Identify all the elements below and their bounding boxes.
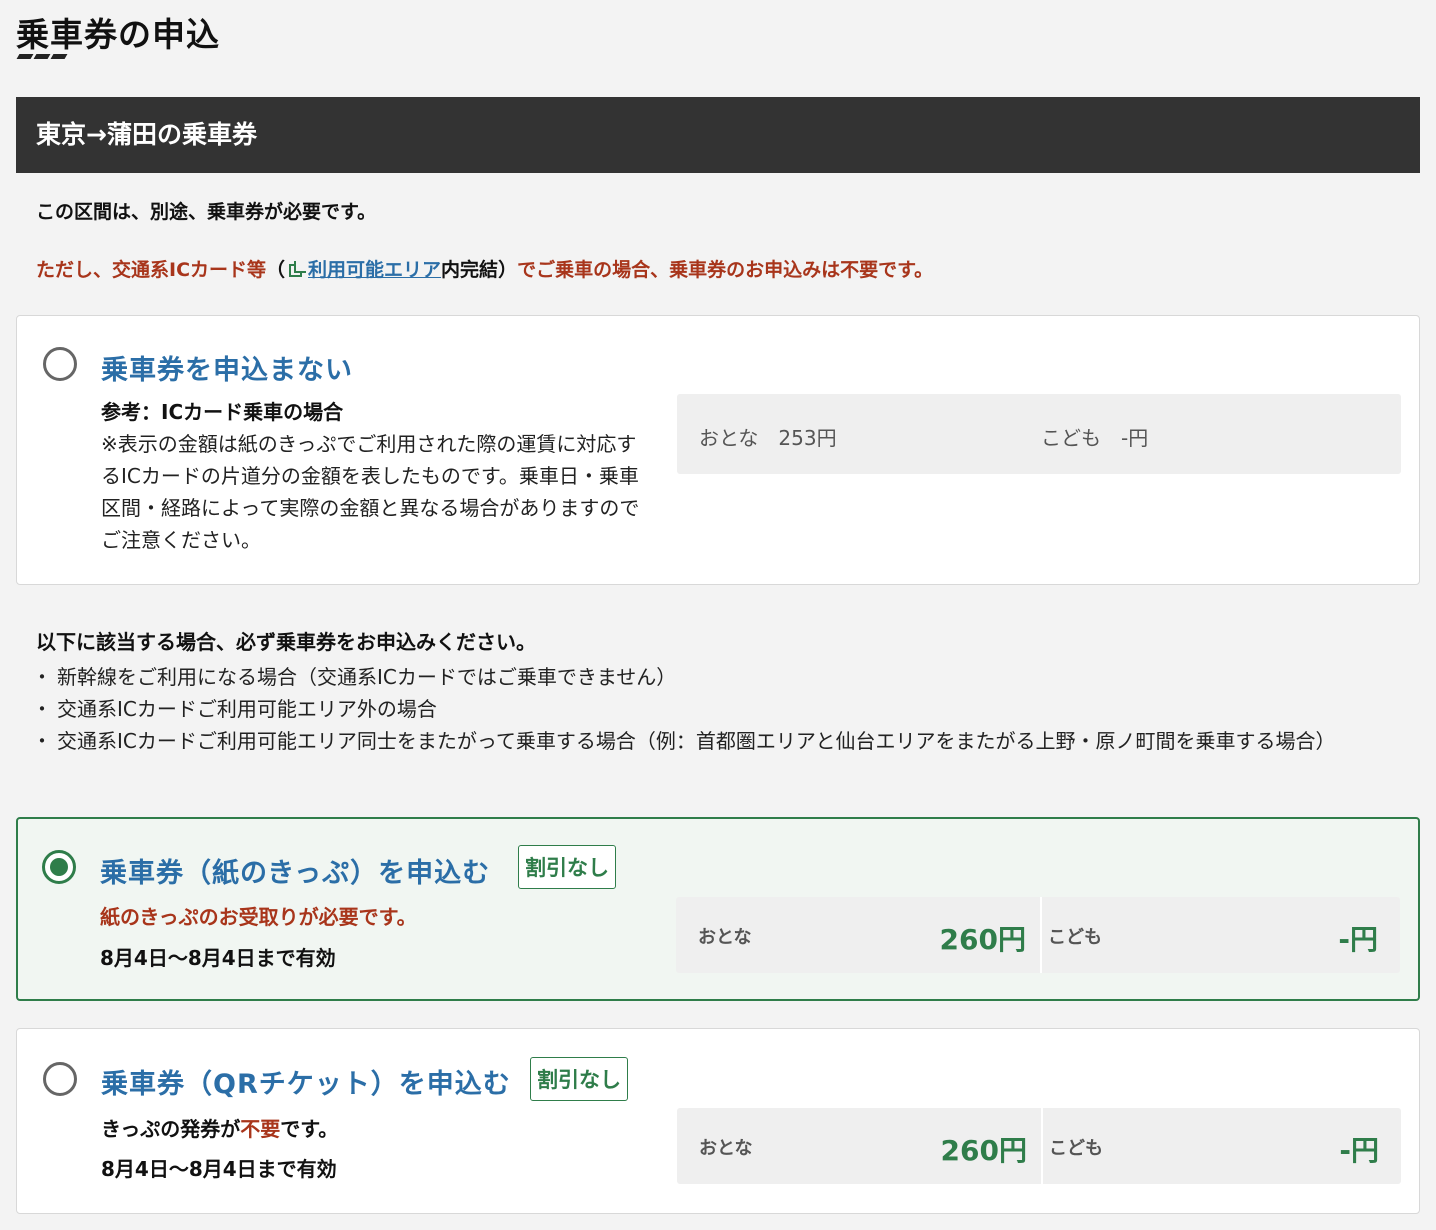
page-title: 乗車券の申込 bbox=[16, 15, 220, 54]
qr-validity: 8月4日〜8月4日まで有効 bbox=[101, 1157, 337, 1181]
adult-label: おとな bbox=[698, 927, 752, 948]
option-paper-ticket-card[interactable]: 乗車券（紙のきっぷ）を申込む 割引なし 紙のきっぷのお受取りが必要です。 8月4… bbox=[16, 817, 1420, 1001]
option-no-ticket-card[interactable]: 乗車券を申込まない 参考：ICカード乗車の場合 ※表示の金額は紙のきっぷでご利用… bbox=[16, 315, 1420, 585]
child-label: こども bbox=[1048, 927, 1102, 948]
paper-fare-box: おとな 260円 こども -円 bbox=[676, 897, 1400, 973]
external-link-icon bbox=[289, 261, 307, 277]
option-no-ticket-title[interactable]: 乗車券を申込まない bbox=[101, 348, 353, 387]
paper-validity: 8月4日〜8月4日まで有効 bbox=[100, 946, 336, 970]
qr-note-prefix: きっぷの発券が bbox=[101, 1117, 241, 1141]
page: 乗車券の申込 東京→蒲田の乗車券 この区間は、別途、乗車券が必要です。 ただし、… bbox=[0, 0, 1436, 1230]
requirement-item: 交通系ICカードご利用可能エリア同士をまたがって乗車する場合（例：首都圏エリアと… bbox=[32, 725, 1406, 757]
adult-price: 260円 bbox=[940, 1134, 1027, 1167]
separate-ticket-notice: この区間は、別途、乗車券が必要です。 bbox=[36, 201, 377, 223]
option-qr-ticket-title[interactable]: 乗車券（QRチケット）を申込む bbox=[101, 1062, 511, 1101]
option-paper-ticket-radio[interactable] bbox=[42, 850, 76, 884]
paren-close: ） bbox=[498, 259, 518, 281]
fare-divider bbox=[1041, 1108, 1043, 1184]
qr-issue-note: きっぷの発券が不要です。 bbox=[101, 1113, 338, 1142]
option-qr-ticket-radio[interactable] bbox=[43, 1062, 77, 1096]
requirement-list: 新幹線をご利用になる場合（交通系ICカードではご乗車できません） 交通系ICカー… bbox=[32, 661, 1406, 757]
option-paper-ticket-title[interactable]: 乗車券（紙のきっぷ）を申込む bbox=[100, 851, 490, 890]
section-header: 東京→蒲田の乗車券 bbox=[16, 97, 1420, 173]
option-qr-ticket-card[interactable]: 乗車券（QRチケット）を申込む 割引なし きっぷの発券が不要です。 8月4日〜8… bbox=[16, 1028, 1420, 1214]
requirement-title: 以下に該当する場合、必ず乗車券をお申込みください。 bbox=[36, 630, 536, 654]
ic-reference-title: 参考：ICカード乗車の場合 bbox=[101, 400, 344, 424]
available-area-link[interactable]: 利用可能エリア bbox=[308, 259, 441, 281]
adult-price: 260円 bbox=[939, 923, 1026, 956]
option-no-ticket-radio[interactable] bbox=[43, 347, 77, 381]
paren-open: （ bbox=[266, 259, 286, 281]
qr-note-suffix: です。 bbox=[280, 1117, 339, 1141]
requirement-item: 交通系ICカードご利用可能エリア外の場合 bbox=[32, 693, 1406, 725]
fare-divider bbox=[1040, 897, 1042, 973]
adult-label: おとな bbox=[699, 1138, 753, 1159]
ic-adult-fare: おとな 253円 bbox=[699, 426, 837, 450]
child-price: -円 bbox=[1338, 923, 1378, 956]
paper-pickup-note: 紙のきっぷのお受取りが必要です。 bbox=[100, 905, 417, 929]
ic-fare-box: おとな 253円 こども -円 bbox=[677, 394, 1401, 474]
ic-card-notice-prefix: ただし、交通系ICカード等 bbox=[36, 259, 267, 281]
ic-child-fare: こども -円 bbox=[1041, 426, 1149, 450]
qr-fare-box: おとな 260円 こども -円 bbox=[677, 1108, 1401, 1184]
child-label: こども bbox=[1049, 1138, 1103, 1159]
ic-reference-description: ※表示の金額は紙のきっぷでご利用された際の運賃に対応するICカードの片道分の金額… bbox=[101, 432, 640, 552]
ic-card-notice-inner: 内完結 bbox=[441, 259, 499, 281]
no-discount-badge: 割引なし bbox=[518, 845, 616, 889]
ic-card-notice: ただし、交通系ICカード等（ 利用可能エリア内完結）でご乗車の場合、乗車券のお申込… bbox=[36, 255, 933, 282]
no-discount-badge: 割引なし bbox=[530, 1057, 628, 1101]
ic-card-notice-suffix: でご乗車の場合、乗車券のお申込みは不要です。 bbox=[517, 259, 934, 281]
requirement-item: 新幹線をご利用になる場合（交通系ICカードではご乗車できません） bbox=[32, 661, 1406, 693]
title-underline bbox=[16, 54, 68, 59]
child-price: -円 bbox=[1339, 1134, 1379, 1167]
qr-note-not-required: 不要 bbox=[240, 1117, 281, 1141]
